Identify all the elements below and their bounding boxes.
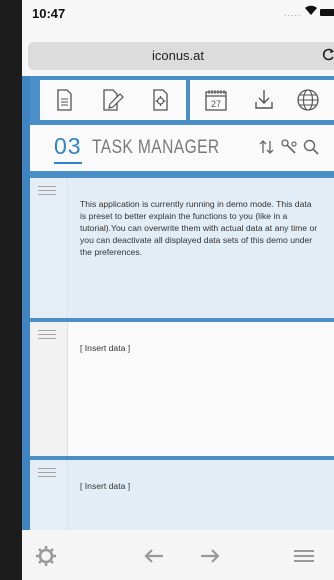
status-bar: 10:47 ..... — [22, 0, 334, 38]
tools-icon[interactable] — [280, 138, 298, 156]
section-number: 03 — [54, 133, 82, 159]
toolbar-group-tools: 27 — [190, 80, 334, 120]
task-manager-app: 27 03 TASK MANAGER This application is c… — [22, 76, 334, 530]
toolbar-group-documents — [40, 80, 186, 120]
drag-handle-icon[interactable] — [38, 330, 56, 340]
top-toolbar: 27 — [30, 76, 334, 125]
bottom-bar — [22, 530, 334, 580]
row-text: [ Insert data ] — [80, 481, 131, 491]
menu-icon[interactable] — [292, 544, 316, 568]
globe-icon[interactable] — [294, 86, 322, 114]
drag-handle-icon[interactable] — [38, 468, 56, 478]
row-text: [ Insert data ] — [80, 343, 131, 353]
row-gutter — [30, 460, 68, 530]
section-number-underline — [54, 162, 82, 164]
row-text: This application is currently running in… — [80, 199, 318, 257]
row-gutter — [30, 178, 68, 318]
phone-screen: 10:47 ..... iconus.at 27 03 TASK MANAGER… — [22, 0, 334, 580]
settings-document-icon[interactable] — [146, 86, 174, 114]
left-edge-bar — [22, 76, 30, 530]
list-item[interactable]: [ Insert data ] — [30, 322, 334, 456]
header-actions — [258, 138, 328, 158]
sort-icon[interactable] — [258, 138, 276, 156]
task-list: This application is currently running in… — [30, 178, 334, 530]
arrow-left-icon[interactable] — [142, 544, 166, 568]
calendar-day: 27 — [211, 99, 221, 109]
document-icon[interactable] — [50, 86, 78, 114]
edit-document-icon[interactable] — [98, 86, 126, 114]
url-text: iconus.at — [151, 48, 205, 63]
list-item[interactable]: This application is currently running in… — [30, 178, 334, 318]
arrow-right-icon[interactable] — [198, 544, 222, 568]
gear-icon[interactable] — [34, 544, 58, 568]
list-item[interactable]: [ Insert data ] — [30, 460, 334, 530]
wifi-icon — [304, 3, 318, 19]
address-bar[interactable]: iconus.at — [28, 42, 334, 70]
section-header: 03 TASK MANAGER — [30, 125, 334, 171]
reload-icon[interactable] — [322, 46, 334, 66]
calendar-icon[interactable]: 27 — [202, 86, 230, 114]
drag-handle-icon[interactable] — [38, 186, 56, 196]
page-title: TASK MANAGER — [92, 137, 220, 158]
signal-indicator: ..... — [284, 8, 302, 18]
search-icon[interactable] — [302, 138, 320, 156]
battery-icon — [320, 9, 334, 16]
row-gutter — [30, 322, 68, 456]
download-icon[interactable] — [250, 86, 278, 114]
clock: 10:47 — [32, 6, 66, 21]
